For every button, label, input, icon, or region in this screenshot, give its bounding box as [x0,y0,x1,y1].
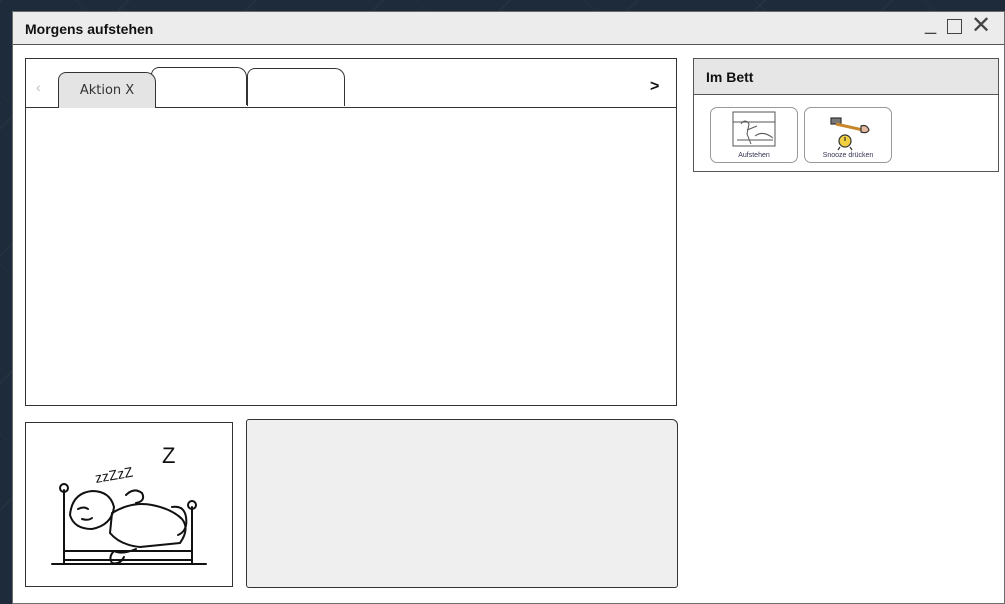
side-panel-header: Im Bett [694,59,998,95]
snore-big-z: Z [162,443,175,468]
sleeping-person-in-bed-icon: zzZzZ Z [51,443,207,565]
side-panel-title: Im Bett [706,69,754,85]
maximize-icon[interactable] [947,19,962,34]
tab-aktion-x[interactable]: Aktion X [58,72,156,108]
app-window: Morgens aufstehen _ ✕ ‹ Aktion X > zzZzZ… [12,11,1005,604]
tab-panel: ‹ Aktion X > [25,58,677,406]
tab-2[interactable] [151,67,247,105]
tab-3[interactable] [247,68,345,106]
person-getting-out-of-bed-icon [732,111,776,147]
detail-panel [246,419,678,588]
title-bar: Morgens aufstehen _ ✕ [13,12,1004,45]
tab-label: Aktion X [79,83,135,98]
snore-text: zzZzZ [94,464,135,486]
action-aufstehen-button[interactable]: Aufstehen [710,107,798,163]
action-snooze-button[interactable]: Snooze drücken [804,107,892,163]
action-label: Aufstehen [738,152,770,159]
window-title: Morgens aufstehen [25,21,154,37]
tab-scroll-right-icon[interactable]: > [650,78,659,96]
tab-scroll-left-icon[interactable]: ‹ [36,79,41,95]
action-label: Snooze drücken [822,152,874,159]
side-panel-im-bett: Im Bett Aufstehen Snooze drücken [693,58,999,172]
tab-strip: ‹ Aktion X > [26,59,676,108]
close-icon[interactable]: ✕ [971,14,991,38]
hammer-alarm-clock-icon [830,117,870,151]
avatar-panel: zzZzZ Z [25,422,233,587]
minimize-icon[interactable]: _ [925,14,936,34]
